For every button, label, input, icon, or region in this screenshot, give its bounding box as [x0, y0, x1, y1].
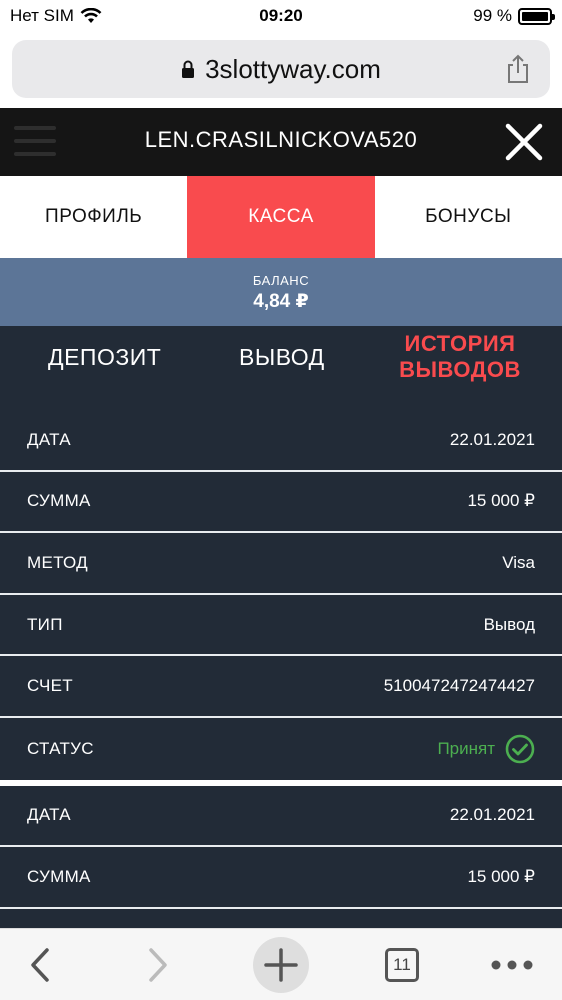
row-label: СЧЕТ	[27, 676, 73, 696]
username: LEN.CRASILNICKOVA520	[144, 127, 418, 152]
tab-cashier[interactable]: КАССА	[187, 176, 375, 258]
table-row-amount: СУММА 15 000 ₽	[0, 472, 562, 534]
share-icon[interactable]	[506, 54, 530, 84]
browser-address-area: 3slottyway.com	[0, 34, 562, 108]
row-label: ДАТА	[27, 429, 71, 449]
row-value: 15 000 ₽	[467, 491, 535, 511]
row-label: СТАТУС	[27, 738, 94, 758]
subtab-withdraw[interactable]: ВЫВОД	[239, 344, 325, 371]
plus-icon	[253, 937, 309, 993]
row-value: 5100472472474427	[383, 676, 535, 696]
more-dots-icon	[491, 960, 533, 970]
battery-percent: 99 %	[473, 6, 512, 25]
row-value: 15 000 ₽	[467, 866, 535, 886]
row-value: Visa	[502, 552, 535, 572]
row-value: 22.01.2021	[449, 805, 535, 825]
withdrawal-history-list: ДАТА 22.01.2021 СУММА 15 000 ₽ МЕТОД Vis…	[0, 410, 562, 909]
table-row-method: МЕТОД Visa	[0, 533, 562, 595]
balance-label: БАЛАНС	[252, 273, 310, 288]
row-label: ТИП	[27, 614, 63, 634]
row-label: ДАТА	[27, 805, 71, 825]
tabs-count-icon: 11	[385, 948, 419, 982]
tab-bonuses[interactable]: БОНУСЫ	[375, 176, 562, 258]
row-value: Вывод	[483, 614, 535, 634]
balance-panel: БАЛАНС 4,84 ₽	[0, 258, 562, 326]
tabs-button[interactable]: 11	[384, 929, 420, 1000]
back-button[interactable]	[18, 929, 62, 1000]
row-label: СУММА	[27, 491, 91, 511]
row-label: МЕТОД	[27, 552, 88, 572]
table-row-date: ДАТА 22.01.2021	[0, 786, 562, 848]
cashier-content: ДЕПОЗИТ ВЫВОД ИСТОРИЯ ВЫВОДОВ ДАТА 22.01…	[0, 326, 562, 928]
lock-icon	[182, 60, 195, 78]
address-bar[interactable]: 3slottyway.com	[12, 40, 550, 98]
close-icon[interactable]	[504, 122, 544, 162]
chevron-left-icon	[31, 948, 49, 982]
status-badge: Принят	[437, 734, 535, 764]
table-row-date: ДАТА 22.01.2021	[0, 410, 562, 472]
site-header: LEN.CRASILNICKOVA520	[0, 108, 562, 176]
main-tabs: ПРОФИЛЬ КАССА БОНУСЫ	[0, 176, 562, 258]
table-row-amount: СУММА 15 000 ₽	[0, 847, 562, 909]
table-row-status: СТАТУС Принят	[0, 718, 562, 780]
browser-toolbar: 11	[0, 928, 562, 1000]
row-value: 22.01.2021	[449, 429, 535, 449]
subtab-history-line1: ИСТОРИЯ	[404, 331, 516, 356]
status-right: 99 %	[473, 6, 555, 26]
url-text: 3slottyway.com	[205, 53, 381, 84]
new-tab-button[interactable]	[253, 929, 309, 1000]
subtab-history-line2: ВЫВОДОВ	[399, 357, 521, 382]
table-row-account: СЧЕТ 5100472472474427	[0, 656, 562, 718]
status-text: Принят	[437, 738, 495, 758]
subtab-withdraw-history[interactable]: ИСТОРИЯ ВЫВОДОВ	[390, 331, 530, 383]
more-button[interactable]	[490, 929, 534, 1000]
check-circle-icon	[505, 734, 535, 764]
tab-profile[interactable]: ПРОФИЛЬ	[0, 176, 187, 258]
row-label: СУММА	[27, 866, 91, 886]
subtab-deposit[interactable]: ДЕПОЗИТ	[48, 344, 161, 371]
status-bar: Нет SIM 09:20 99 %	[0, 0, 562, 34]
forward-button[interactable]	[136, 929, 180, 1000]
chevron-right-icon	[149, 948, 167, 982]
balance-value: 4,84 ₽	[253, 291, 309, 312]
cashier-subtabs: ДЕПОЗИТ ВЫВОД ИСТОРИЯ ВЫВОДОВ	[0, 326, 562, 410]
battery-icon	[518, 7, 555, 25]
table-row-type: ТИП Вывод	[0, 595, 562, 657]
